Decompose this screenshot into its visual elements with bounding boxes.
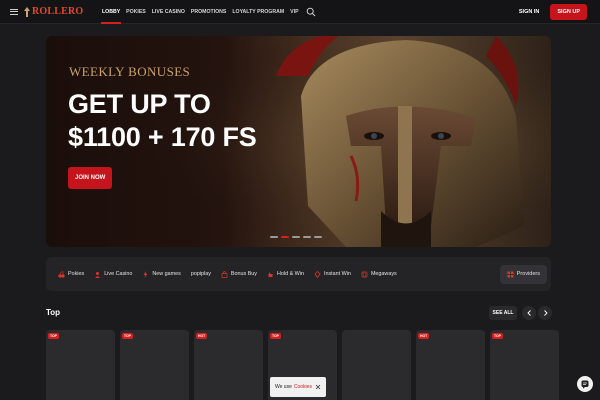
- hero-eyebrow: Weekly Bonuses: [69, 64, 191, 79]
- carousel-dot-active[interactable]: [281, 236, 289, 238]
- search-icon[interactable]: [306, 7, 316, 17]
- chevron-left-icon: [526, 310, 531, 316]
- card-badge: HOT: [418, 333, 430, 339]
- chat-icon: [581, 380, 589, 389]
- category-hold-win[interactable]: Hold & Win: [267, 271, 304, 278]
- category-live-casino[interactable]: Live Casino: [94, 271, 132, 278]
- logo-text: ROLLERO: [32, 6, 84, 17]
- see-all-button[interactable]: SEE ALL: [489, 306, 517, 320]
- sign-in-button[interactable]: SIGN IN: [513, 5, 545, 19]
- carousel-dot[interactable]: [270, 236, 278, 238]
- close-icon[interactable]: [315, 384, 321, 390]
- category-pokies[interactable]: Pokies: [58, 270, 85, 278]
- providers-label: Providers: [516, 271, 540, 277]
- cherry-icon: [58, 270, 65, 278]
- card-badge: TOP: [48, 333, 59, 339]
- grid-icon: [507, 271, 514, 277]
- top-bar: ROLLERO LOBBY POKIES LIVE CASINO PROMOTI…: [0, 0, 600, 24]
- card-badge: TOP: [270, 333, 281, 339]
- card-badge: TOP: [122, 333, 133, 339]
- chat-button[interactable]: [577, 376, 593, 392]
- carousel-dot[interactable]: [303, 236, 311, 238]
- nav-vip[interactable]: VIP: [287, 0, 301, 24]
- auth-buttons: SIGN IN SIGN UP: [513, 3, 587, 20]
- live-casino-icon: [95, 271, 101, 278]
- nav-live-casino[interactable]: LIVE CASINO: [149, 0, 188, 24]
- section-title-top: Top: [46, 308, 61, 317]
- nav-pokies[interactable]: POKIES: [123, 0, 149, 24]
- logo[interactable]: ROLLERO: [24, 6, 86, 17]
- game-card[interactable]: TOP: [120, 330, 189, 400]
- category-label: popiplay: [190, 271, 211, 277]
- category-label: Bonus Buy: [230, 271, 257, 277]
- category-bar: Pokies Live Casino New games popiplay Bo…: [46, 257, 551, 291]
- instant-win-icon: [314, 270, 321, 278]
- hero-banner[interactable]: Weekly Bonuses GET UP TO $1100 + 170 FS …: [46, 36, 551, 247]
- carousel-dots: [270, 236, 322, 238]
- cookie-toast: We use Cookies: [270, 377, 326, 397]
- nav-lobby[interactable]: LOBBY: [99, 0, 123, 24]
- hero-headline-line2: $1100 + 170 FS: [68, 122, 257, 152]
- prev-arrow-button[interactable]: [522, 306, 536, 320]
- nav-promotions[interactable]: PROMOTIONS: [188, 0, 229, 24]
- providers-button[interactable]: Providers: [499, 264, 547, 284]
- game-card[interactable]: HOT: [416, 330, 485, 400]
- megaways-icon: [361, 271, 368, 277]
- nav-loyalty-program[interactable]: LOYALTY PROGRAM: [229, 0, 287, 24]
- cookies-link[interactable]: Cookies: [294, 384, 312, 390]
- game-card[interactable]: [342, 330, 411, 400]
- category-label: Hold & Win: [277, 271, 304, 277]
- bonus-buy-icon: [221, 270, 228, 278]
- category-label: Live Casino: [104, 271, 133, 277]
- next-arrow-button[interactable]: [538, 306, 552, 320]
- category-label: Instant Win: [323, 271, 351, 277]
- game-card[interactable]: TOP: [490, 330, 559, 400]
- category-instant-win[interactable]: Instant Win: [314, 270, 351, 278]
- game-card[interactable]: HOT: [194, 330, 263, 400]
- category-label: New games: [152, 271, 181, 277]
- category-label: Pokies: [68, 271, 85, 277]
- category-megaways[interactable]: Megaways: [361, 271, 397, 278]
- logo-mark-icon: [24, 6, 30, 17]
- chevron-right-icon: [543, 310, 548, 316]
- hold-win-icon: [268, 271, 273, 277]
- hero-headline-line1: GET UP TO: [68, 89, 211, 119]
- card-badge: TOP: [492, 333, 503, 339]
- sign-up-button[interactable]: SIGN UP: [550, 3, 587, 20]
- join-now-button[interactable]: JOIN NOW: [68, 167, 113, 189]
- game-card[interactable]: TOP: [46, 330, 115, 400]
- menu-icon[interactable]: [10, 8, 18, 15]
- carousel-dot[interactable]: [292, 236, 300, 238]
- cookie-text: We use: [275, 384, 292, 390]
- category-bonus-buy[interactable]: Bonus Buy: [221, 270, 257, 278]
- category-new-games[interactable]: New games: [142, 270, 181, 278]
- card-badge: HOT: [196, 333, 208, 339]
- lightning-icon: [143, 270, 148, 278]
- main-nav: LOBBY POKIES LIVE CASINO PROMOTIONS LOYA…: [99, 0, 302, 24]
- carousel-dot[interactable]: [314, 236, 322, 238]
- category-popiplay[interactable]: popiplay: [191, 271, 211, 277]
- category-label: Megaways: [370, 271, 397, 277]
